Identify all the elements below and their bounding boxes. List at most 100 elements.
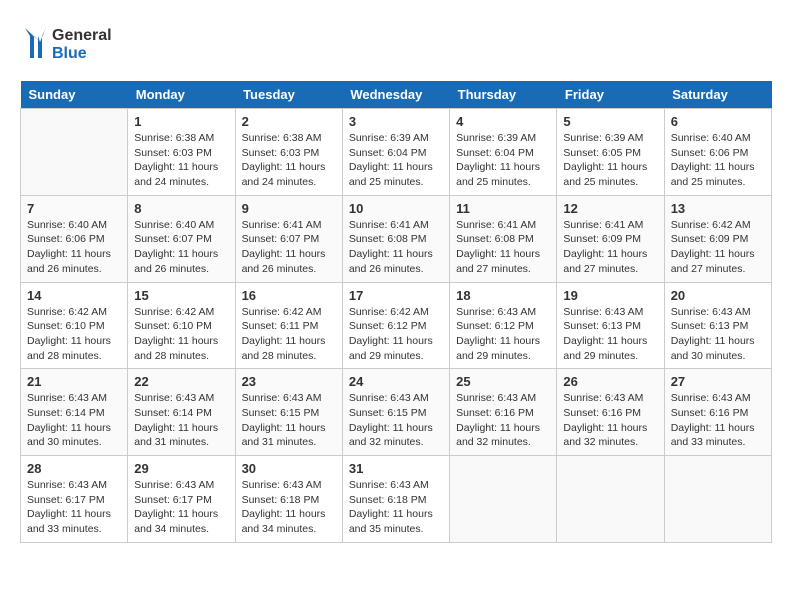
svg-text:General: General (52, 27, 112, 44)
day-header-thursday: Thursday (450, 81, 557, 109)
date-number: 10 (349, 201, 443, 216)
calendar-week-2: 7 Sunrise: 6:40 AM Sunset: 6:06 PM Daylig… (21, 195, 772, 282)
calendar-cell: 11 Sunrise: 6:41 AM Sunset: 6:08 PM Dayli… (450, 195, 557, 282)
calendar-cell: 28 Sunrise: 6:43 AM Sunset: 6:17 PM Dayli… (21, 456, 128, 543)
calendar-cell (664, 456, 771, 543)
date-number: 31 (349, 461, 443, 476)
date-number: 25 (456, 374, 550, 389)
day-header-saturday: Saturday (664, 81, 771, 109)
date-number: 18 (456, 288, 550, 303)
cell-info: Sunrise: 6:43 AM Sunset: 6:16 PM Dayligh… (671, 391, 765, 450)
calendar-cell: 3Sunrise: 6:39 AM Sunset: 6:04 PM Daylig… (342, 109, 449, 196)
calendar-cell: 18 Sunrise: 6:43 AM Sunset: 6:12 PM Dayli… (450, 282, 557, 369)
calendar-cell: 5 Sunrise: 6:39 AM Sunset: 6:05 PM Daylig… (557, 109, 664, 196)
calendar-cell: 17 Sunrise: 6:42 AM Sunset: 6:12 PM Dayli… (342, 282, 449, 369)
date-number: 13 (671, 201, 765, 216)
date-number: 23 (242, 374, 336, 389)
date-number: 15 (134, 288, 228, 303)
cell-info: Sunrise: 6:40 AM Sunset: 6:07 PM Dayligh… (134, 218, 228, 277)
date-number: 2 (242, 114, 336, 129)
date-number: 7 (27, 201, 121, 216)
cell-info: Sunrise: 6:42 AM Sunset: 6:12 PM Dayligh… (349, 305, 443, 364)
cell-info: Sunrise: 6:42 AM Sunset: 6:10 PM Dayligh… (134, 305, 228, 364)
date-number: 12 (563, 201, 657, 216)
calendar-cell: 1 Sunrise: 6:38 AM Sunset: 6:03 PM Daylig… (128, 109, 235, 196)
date-number: 29 (134, 461, 228, 476)
day-header-monday: Monday (128, 81, 235, 109)
cell-info: Sunrise: 6:43 AM Sunset: 6:16 PM Dayligh… (456, 391, 550, 450)
calendar-cell: 19 Sunrise: 6:43 AM Sunset: 6:13 PM Dayli… (557, 282, 664, 369)
date-number: 4 (456, 114, 550, 129)
date-number: 3 (349, 114, 443, 129)
cell-info: Sunrise: 6:43 AM Sunset: 6:14 PM Dayligh… (134, 391, 228, 450)
calendar-cell: 15 Sunrise: 6:42 AM Sunset: 6:10 PM Dayli… (128, 282, 235, 369)
calendar-cell: 8 Sunrise: 6:40 AM Sunset: 6:07 PM Daylig… (128, 195, 235, 282)
date-number: 19 (563, 288, 657, 303)
logo: GeneralBlue (20, 20, 130, 65)
calendar-cell: 30 Sunrise: 6:43 AM Sunset: 6:18 PM Dayli… (235, 456, 342, 543)
date-number: 5 (563, 114, 657, 129)
cell-info: Sunrise: 6:41 AM Sunset: 6:09 PM Dayligh… (563, 218, 657, 277)
calendar-week-1: 1 Sunrise: 6:38 AM Sunset: 6:03 PM Daylig… (21, 109, 772, 196)
calendar-cell: 13 Sunrise: 6:42 AM Sunset: 6:09 PM Dayli… (664, 195, 771, 282)
date-number: 8 (134, 201, 228, 216)
day-header-sunday: Sunday (21, 81, 128, 109)
calendar-cell: 12 Sunrise: 6:41 AM Sunset: 6:09 PM Dayli… (557, 195, 664, 282)
date-number: 11 (456, 201, 550, 216)
calendar-cell: 21Sunrise: 6:43 AM Sunset: 6:14 PM Dayli… (21, 369, 128, 456)
cell-info: Sunrise: 6:39 AM Sunset: 6:05 PM Dayligh… (563, 131, 657, 190)
date-number: 22 (134, 374, 228, 389)
date-number: 6 (671, 114, 765, 129)
calendar-cell: 16Sunrise: 6:42 AM Sunset: 6:11 PM Dayli… (235, 282, 342, 369)
date-number: 14 (27, 288, 121, 303)
calendar-cell: 25 Sunrise: 6:43 AM Sunset: 6:16 PM Dayli… (450, 369, 557, 456)
cell-info: Sunrise: 6:40 AM Sunset: 6:06 PM Dayligh… (671, 131, 765, 190)
calendar-week-3: 14 Sunrise: 6:42 AM Sunset: 6:10 PM Dayli… (21, 282, 772, 369)
date-number: 27 (671, 374, 765, 389)
cell-info: Sunrise: 6:43 AM Sunset: 6:16 PM Dayligh… (563, 391, 657, 450)
date-number: 24 (349, 374, 443, 389)
cell-info: Sunrise: 6:39 AM Sunset: 6:04 PM Dayligh… (456, 131, 550, 190)
cell-info: Sunrise: 6:38 AM Sunset: 6:03 PM Dayligh… (134, 131, 228, 190)
page-header: GeneralBlue (20, 20, 772, 65)
cell-info: Sunrise: 6:43 AM Sunset: 6:13 PM Dayligh… (563, 305, 657, 364)
date-number: 26 (563, 374, 657, 389)
calendar-cell: 7 Sunrise: 6:40 AM Sunset: 6:06 PM Daylig… (21, 195, 128, 282)
cell-info: Sunrise: 6:43 AM Sunset: 6:15 PM Dayligh… (349, 391, 443, 450)
calendar-cell: 29 Sunrise: 6:43 AM Sunset: 6:17 PM Dayli… (128, 456, 235, 543)
calendar-cell: 4 Sunrise: 6:39 AM Sunset: 6:04 PM Daylig… (450, 109, 557, 196)
date-number: 1 (134, 114, 228, 129)
logo-svg: GeneralBlue (20, 20, 130, 65)
cell-info: Sunrise: 6:43 AM Sunset: 6:14 PM Dayligh… (27, 391, 121, 450)
calendar-cell: 6 Sunrise: 6:40 AM Sunset: 6:06 PM Daylig… (664, 109, 771, 196)
cell-info: Sunrise: 6:40 AM Sunset: 6:06 PM Dayligh… (27, 218, 121, 277)
calendar-cell (557, 456, 664, 543)
calendar-cell: 2Sunrise: 6:38 AM Sunset: 6:03 PM Daylig… (235, 109, 342, 196)
cell-info: Sunrise: 6:43 AM Sunset: 6:18 PM Dayligh… (349, 478, 443, 537)
calendar-table: SundayMondayTuesdayWednesdayThursdayFrid… (20, 81, 772, 543)
cell-info: Sunrise: 6:43 AM Sunset: 6:18 PM Dayligh… (242, 478, 336, 537)
cell-info: Sunrise: 6:41 AM Sunset: 6:07 PM Dayligh… (242, 218, 336, 277)
date-number: 28 (27, 461, 121, 476)
calendar-cell: 24 Sunrise: 6:43 AM Sunset: 6:15 PM Dayli… (342, 369, 449, 456)
day-header-wednesday: Wednesday (342, 81, 449, 109)
cell-info: Sunrise: 6:41 AM Sunset: 6:08 PM Dayligh… (349, 218, 443, 277)
calendar-cell: 20Sunrise: 6:43 AM Sunset: 6:13 PM Dayli… (664, 282, 771, 369)
day-header-row: SundayMondayTuesdayWednesdayThursdayFrid… (21, 81, 772, 109)
date-number: 30 (242, 461, 336, 476)
calendar-cell: 10 Sunrise: 6:41 AM Sunset: 6:08 PM Dayli… (342, 195, 449, 282)
date-number: 17 (349, 288, 443, 303)
cell-info: Sunrise: 6:43 AM Sunset: 6:12 PM Dayligh… (456, 305, 550, 364)
day-header-tuesday: Tuesday (235, 81, 342, 109)
date-number: 16 (242, 288, 336, 303)
day-header-friday: Friday (557, 81, 664, 109)
calendar-cell: 22 Sunrise: 6:43 AM Sunset: 6:14 PM Dayli… (128, 369, 235, 456)
cell-info: Sunrise: 6:42 AM Sunset: 6:09 PM Dayligh… (671, 218, 765, 277)
date-number: 9 (242, 201, 336, 216)
cell-info: Sunrise: 6:41 AM Sunset: 6:08 PM Dayligh… (456, 218, 550, 277)
calendar-week-4: 21Sunrise: 6:43 AM Sunset: 6:14 PM Dayli… (21, 369, 772, 456)
cell-info: Sunrise: 6:43 AM Sunset: 6:17 PM Dayligh… (134, 478, 228, 537)
cell-info: Sunrise: 6:43 AM Sunset: 6:15 PM Dayligh… (242, 391, 336, 450)
cell-info: Sunrise: 6:43 AM Sunset: 6:17 PM Dayligh… (27, 478, 121, 537)
cell-info: Sunrise: 6:42 AM Sunset: 6:10 PM Dayligh… (27, 305, 121, 364)
